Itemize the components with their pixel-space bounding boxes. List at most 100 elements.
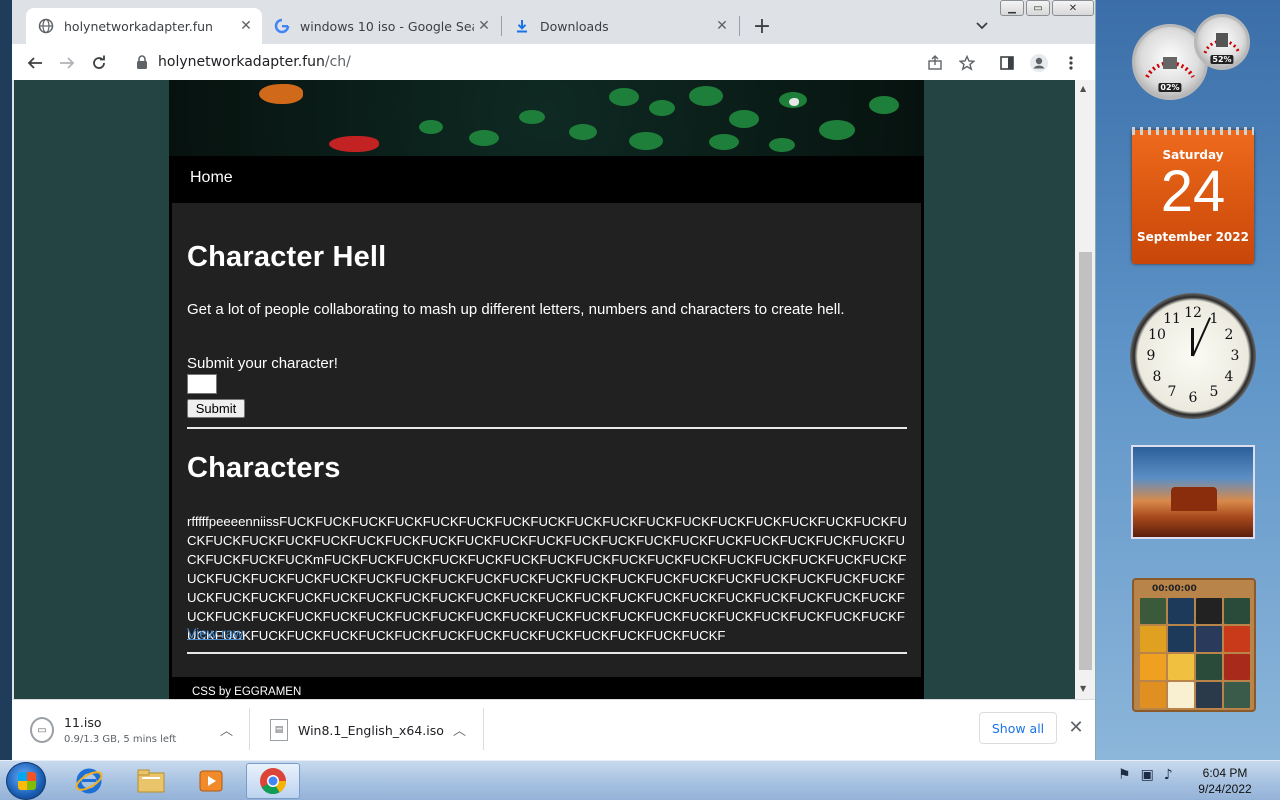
main-content: Character Hell Get a lot of people colla… — [172, 203, 921, 677]
chrome-window: holynetworkadapter.fun ✕ windows 10 iso … — [12, 0, 1096, 760]
tab-title: windows 10 iso - Google Search — [300, 18, 474, 34]
scroll-up-arrow-icon[interactable]: ▲ — [1080, 84, 1086, 93]
page-title: Character Hell — [187, 241, 387, 273]
tab-downloads[interactable]: Downloads ✕ — [502, 8, 738, 44]
start-button[interactable] — [6, 762, 46, 800]
clock-numeral: 11 — [1163, 311, 1181, 327]
download-item[interactable]: ▤ Win8.1_English_x64.iso — [270, 708, 470, 752]
file-icon: ▤ — [270, 719, 288, 741]
download-status: 0.9/1.3 GB, 5 mins left — [64, 734, 177, 745]
file-explorer-icon[interactable] — [124, 763, 178, 799]
close-window-button[interactable]: ✕ — [1052, 0, 1094, 16]
close-tab-icon[interactable]: ✕ — [712, 16, 732, 36]
globe-icon — [38, 18, 54, 34]
url-host: holynetworkadapter.fun — [158, 54, 325, 70]
minimize-button[interactable]: ▁ — [1000, 0, 1024, 16]
window-controls: ▁ ▭ ✕ — [998, 0, 1094, 18]
taskbar-clock[interactable]: 6:04 PM 9/24/2022 — [1188, 765, 1262, 797]
divider — [483, 708, 484, 750]
speaker-icon[interactable]: ♪ — [1164, 767, 1173, 783]
page-viewport: Home Character Hell Get a lot of people … — [14, 80, 1075, 699]
puzzle-grid[interactable] — [1140, 598, 1250, 708]
more-menu-icon[interactable] — [1058, 50, 1084, 76]
tab-holynetworkadapter[interactable]: holynetworkadapter.fun ✕ — [26, 8, 262, 44]
tab-google-search[interactable]: windows 10 iso - Google Search ✕ — [262, 8, 500, 44]
puzzle-timer: 00:00:00 — [1152, 584, 1197, 594]
site-container: Home Character Hell Get a lot of people … — [169, 80, 924, 699]
character-input[interactable] — [187, 374, 217, 394]
google-icon — [274, 18, 290, 34]
media-player-icon[interactable] — [184, 763, 238, 799]
chevron-up-icon[interactable]: ︿ — [220, 720, 233, 739]
nav-home-link[interactable]: Home — [190, 169, 233, 187]
clock-numeral: 2 — [1224, 327, 1234, 343]
memory-gauge: 52% — [1194, 14, 1250, 70]
characters-heading: Characters — [187, 452, 341, 484]
toolbar: holynetworkadapter.fun/ch/ — [12, 44, 1095, 80]
tab-strip: holynetworkadapter.fun ✕ windows 10 iso … — [12, 0, 1095, 44]
reload-icon[interactable] — [86, 50, 112, 76]
network-icon[interactable]: ▣ — [1141, 767, 1154, 783]
clock-gadget[interactable]: 12 1 2 3 4 5 6 7 8 9 10 11 — [1130, 293, 1256, 419]
download-filename: Win8.1_English_x64.iso — [298, 722, 444, 738]
calendar-date: 24 — [1160, 159, 1226, 224]
calendar-gadget[interactable]: Saturday 24 September 2022 — [1132, 127, 1254, 264]
address-bar[interactable]: holynetworkadapter.fun/ch/ — [128, 47, 928, 77]
submit-button[interactable]: Submit — [187, 399, 245, 418]
page-scrollbar[interactable]: ▲ ▼ — [1075, 80, 1095, 699]
star-bookmark-icon[interactable] — [954, 50, 980, 76]
site-nav: Home — [169, 156, 924, 202]
share-icon[interactable] — [922, 50, 948, 76]
calendar-month: September 2022 — [1137, 230, 1249, 244]
windows-logo-icon — [18, 772, 36, 790]
chevron-up-icon[interactable]: ︿ — [453, 720, 466, 739]
clock-minute-hand — [1192, 317, 1211, 357]
flag-icon[interactable]: ⚑ — [1118, 767, 1131, 783]
cpu-percent: 02% — [1158, 83, 1182, 92]
clock-numeral: 9 — [1146, 348, 1156, 364]
download-icon — [514, 18, 530, 34]
clock-numeral: 5 — [1209, 384, 1219, 400]
clock-numeral: 10 — [1148, 327, 1166, 343]
view-raw-link[interactable]: View raw — [187, 625, 244, 641]
url-path: /ch/ — [324, 54, 351, 70]
footer-credit: CSS by EGGRAMEN — [192, 686, 302, 698]
show-all-button[interactable]: Show all — [979, 712, 1057, 744]
page-description: Get a lot of people collaborating to mas… — [187, 301, 845, 318]
taskbar-date: 9/24/2022 — [1198, 782, 1252, 796]
clock-numeral: 6 — [1188, 390, 1198, 406]
close-tab-icon[interactable]: ✕ — [236, 16, 256, 36]
divider — [187, 427, 907, 429]
close-icon[interactable]: ✕ — [1066, 717, 1086, 738]
cpu-meter-gadget[interactable]: 02% 52% — [1130, 14, 1254, 104]
download-bar: ▭ 11.iso 0.9/1.3 GB, 5 mins left ︿ ▤ Win… — [12, 699, 1095, 760]
profile-avatar-icon[interactable] — [1026, 50, 1052, 76]
clock-numeral: 4 — [1224, 369, 1234, 385]
slideshow-image — [1171, 487, 1217, 511]
new-tab-button[interactable]: + — [750, 14, 774, 39]
scroll-down-arrow-icon[interactable]: ▼ — [1080, 684, 1086, 693]
clock-numeral: 7 — [1167, 384, 1177, 400]
chrome-taskbar-icon[interactable] — [246, 763, 300, 799]
clock-numeral: 8 — [1152, 369, 1162, 385]
tab-separator — [739, 16, 740, 36]
divider — [249, 708, 250, 750]
memory-percent: 52% — [1210, 55, 1234, 64]
close-tab-icon[interactable]: ✕ — [474, 16, 494, 36]
scrollbar-thumb[interactable] — [1079, 252, 1092, 670]
side-panel-icon[interactable] — [994, 50, 1020, 76]
forward-arrow-icon[interactable] — [54, 50, 80, 76]
slideshow-gadget[interactable] — [1131, 445, 1255, 539]
maximize-button[interactable]: ▭ — [1026, 0, 1050, 16]
divider — [187, 652, 907, 654]
back-arrow-icon[interactable] — [22, 50, 48, 76]
internet-explorer-icon[interactable] — [62, 763, 116, 799]
download-item[interactable]: ▭ 11.iso 0.9/1.3 GB, 5 mins left — [30, 708, 230, 752]
clock-numeral: 3 — [1230, 348, 1240, 364]
file-progress-icon: ▭ — [30, 717, 54, 743]
koi-pond-banner — [169, 80, 924, 156]
puzzle-gadget[interactable]: 00:00:00 — [1132, 578, 1256, 712]
lock-icon[interactable] — [136, 55, 150, 69]
tab-search-chevron-icon[interactable] — [970, 14, 994, 38]
characters-text: rfffffpeeeenniissFUCKFUCKFUCKFUCKFUCKFUC… — [187, 514, 907, 643]
